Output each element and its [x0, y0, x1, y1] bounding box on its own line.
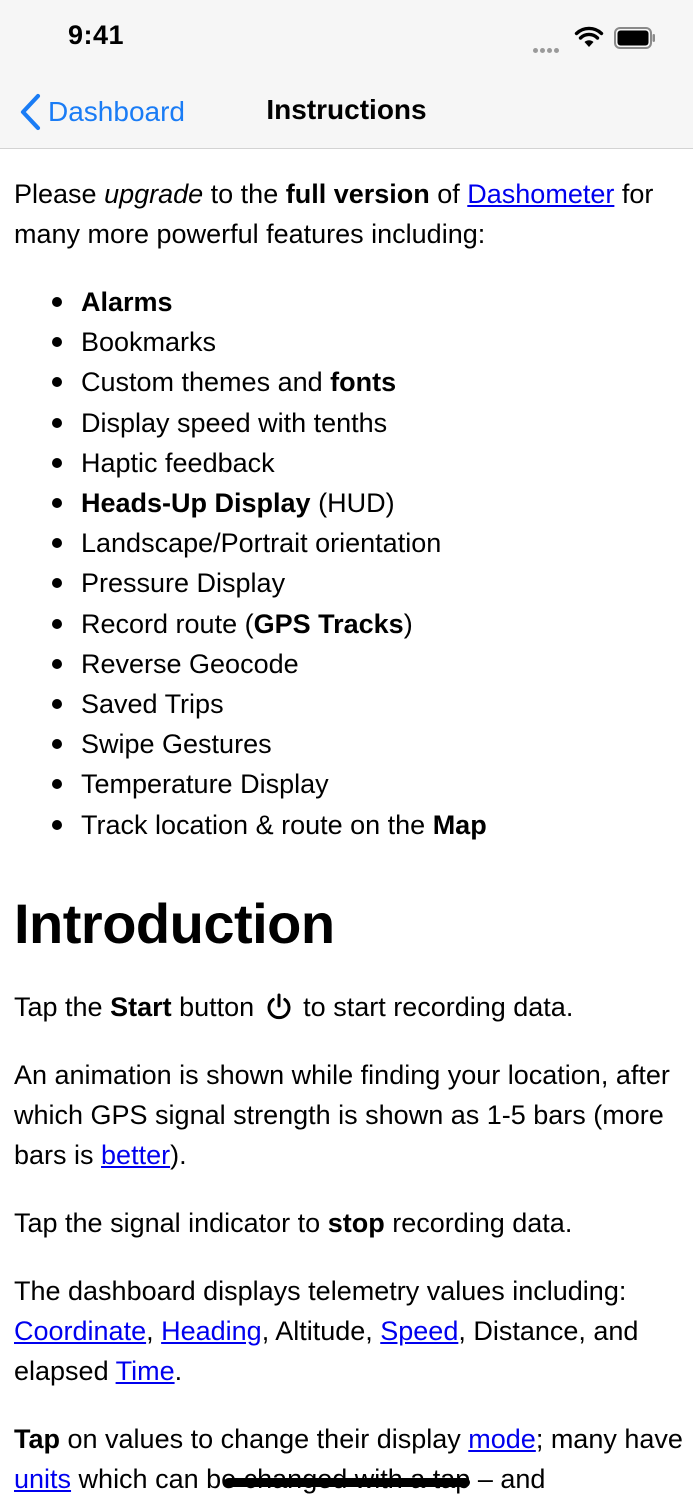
instructions-content: Please upgrade to the full version of Da…: [14, 148, 684, 1499]
units-link[interactable]: units: [14, 1464, 71, 1494]
status-bar: 9:41: [0, 0, 693, 76]
list-item: Heads-Up Display (HUD): [14, 483, 684, 523]
power-icon: [267, 993, 291, 1019]
list-item: Record route (GPS Tracks): [14, 604, 684, 644]
telemetry-paragraph: The dashboard displays telemetry values …: [14, 1275, 639, 1386]
list-item: Reverse Geocode: [14, 644, 684, 684]
upgrade-paragraph: Please upgrade to the full version of Da…: [14, 179, 654, 249]
list-item: Haptic feedback: [14, 443, 684, 483]
speed-link[interactable]: Speed: [380, 1316, 458, 1346]
list-item: Saved Trips: [14, 684, 684, 724]
list-item: Track location & route on the Map: [14, 805, 684, 845]
animation-paragraph: An animation is shown while finding your…: [14, 1059, 670, 1170]
battery-icon: [614, 27, 655, 49]
start-paragraph: Tap the Start button to start recording …: [14, 991, 574, 1022]
stop-paragraph: Tap the signal indicator to stop recordi…: [14, 1207, 573, 1238]
coordinate-link[interactable]: Coordinate: [14, 1316, 146, 1346]
mode-link[interactable]: mode: [468, 1424, 536, 1454]
list-item: Pressure Display: [14, 563, 684, 603]
time-link[interactable]: Time: [116, 1356, 175, 1386]
wifi-icon: [574, 26, 604, 47]
navigation-bar: Dashboard Instructions: [0, 76, 693, 149]
list-item: Custom themes and fonts: [14, 362, 684, 402]
list-item: Alarms: [14, 282, 684, 322]
list-item: Bookmarks: [14, 322, 684, 362]
cellular-signal-icon: [533, 40, 567, 53]
features-list: Alarms Bookmarks Custom themes and fonts Di…: [14, 282, 684, 845]
page-title: Instructions: [266, 94, 427, 125]
dashometer-link[interactable]: Dashometer: [467, 179, 614, 209]
list-item: Landscape/Portrait orientation: [14, 523, 684, 563]
list-item: Display speed with tenths: [14, 403, 684, 443]
status-time: 9:41: [68, 20, 125, 50]
introduction-heading: Introduction: [14, 891, 335, 955]
home-indicator[interactable]: [224, 1478, 470, 1487]
better-link[interactable]: better: [101, 1140, 170, 1170]
list-item: Swipe Gestures: [14, 724, 684, 764]
heading-link[interactable]: Heading: [161, 1316, 262, 1346]
list-item: Temperature Display: [14, 764, 684, 804]
